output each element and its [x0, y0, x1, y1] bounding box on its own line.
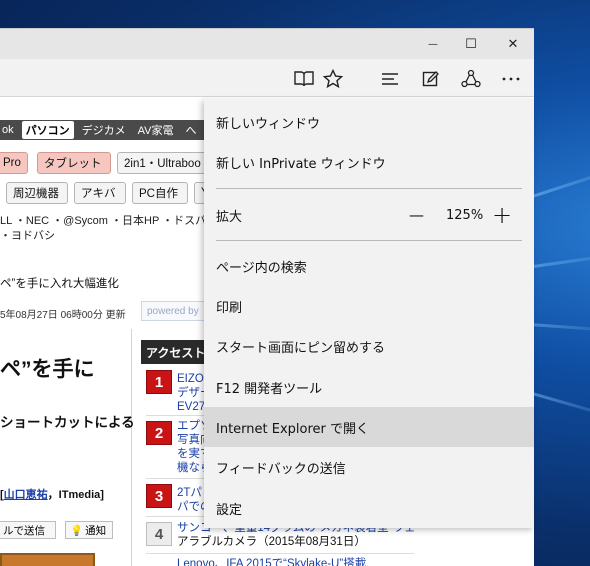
- notify-button[interactable]: 💡 通知: [65, 521, 113, 539]
- maximize-button[interactable]: ☐: [450, 29, 492, 59]
- menu-item-zoom: 拡大: [204, 195, 534, 235]
- maker-links[interactable]: ・ヨドバシ: [0, 227, 55, 243]
- close-icon: ✕: [507, 36, 519, 52]
- article-image: [0, 553, 95, 566]
- zoom-label: 拡大: [216, 209, 243, 225]
- zoom-in-button[interactable]: +: [492, 195, 512, 235]
- column-divider: [131, 329, 132, 566]
- category-pill[interactable]: アキバ: [74, 182, 126, 204]
- menu-item-open-with-internet-explorer[interactable]: Internet Explorer で開く: [204, 407, 534, 447]
- article-title: ペ”を手に: [0, 358, 95, 381]
- more-icon[interactable]: [500, 68, 522, 90]
- author-separator: ，: [47, 489, 59, 501]
- author-bracket-close: ]: [100, 489, 104, 501]
- close-button[interactable]: ✕: [492, 29, 534, 59]
- nav-item[interactable]: へ: [179, 122, 202, 138]
- category-pill[interactable]: PC自作: [132, 182, 188, 204]
- category-pill[interactable]: 周辺機器: [6, 182, 68, 204]
- favorites-star-icon[interactable]: [322, 68, 344, 90]
- send-mail-button[interactable]: ルで送信: [0, 521, 56, 539]
- minimize-icon: —: [428, 38, 438, 50]
- menu-divider: [216, 240, 522, 241]
- menu-item-send-feedback[interactable]: フィードバックの送信: [204, 447, 534, 487]
- site-top-nav: ok パソコン デジカメ AV家電 へ: [0, 120, 220, 140]
- ranking-link[interactable]: Lenovo、IFA 2015で“Skylake-U”搭載: [177, 557, 366, 566]
- browser-toolbar: [0, 59, 534, 97]
- maker-links[interactable]: LL ・NEC ・@Sycom ・日本HP ・ドスパ: [0, 212, 206, 228]
- menu-item-new-inprivate-window[interactable]: 新しい InPrivate ウィンドウ: [204, 142, 534, 182]
- maximize-icon: ☐: [465, 36, 477, 52]
- nav-item[interactable]: AV家電: [132, 122, 180, 138]
- plus-icon: +: [492, 201, 513, 229]
- nav-item[interactable]: ok: [0, 124, 20, 136]
- zoom-out-button[interactable]: —: [409, 195, 424, 235]
- menu-item-f12-developer-tools[interactable]: F12 開発者ツール: [204, 367, 534, 407]
- zoom-level: 125%: [446, 207, 484, 223]
- nav-item[interactable]: デジカメ: [76, 122, 132, 138]
- category-pill[interactable]: Pro: [0, 152, 28, 174]
- divider: [146, 553, 414, 554]
- article-date: 5年08月27日 06時00分 更新: [0, 310, 126, 321]
- hub-icon[interactable]: [379, 68, 401, 90]
- menu-item-pin-to-start[interactable]: スタート画面にピン留めする: [204, 326, 534, 366]
- author-name-link[interactable]: 山口恵祐: [4, 489, 48, 501]
- menu-item-new-window[interactable]: 新しいウィンドウ: [204, 102, 534, 142]
- headline-snippet[interactable]: ペ”を手に入れ大幅進化: [0, 275, 119, 291]
- lightbulb-icon: 💡: [70, 524, 84, 537]
- category-pill[interactable]: タブレット: [37, 152, 111, 174]
- minimize-button[interactable]: —: [412, 29, 454, 59]
- more-actions-menu: 新しいウィンドウ 新しい InPrivate ウィンドウ 拡大 — 125% +…: [204, 99, 534, 528]
- web-note-icon[interactable]: [420, 68, 442, 90]
- author-media: ITmedia: [58, 489, 101, 501]
- notify-label: 通知: [85, 524, 107, 537]
- share-icon[interactable]: [460, 68, 482, 90]
- rank-badge: 4: [146, 522, 172, 546]
- title-bar: — ☐ ✕: [0, 29, 534, 59]
- rank-badge: 1: [146, 370, 172, 394]
- reading-view-icon[interactable]: [293, 68, 315, 90]
- article-subtitle: ショートカットによる: [0, 415, 135, 430]
- menu-item-settings[interactable]: 設定: [204, 488, 534, 528]
- menu-divider: [216, 188, 522, 189]
- nav-item-pc[interactable]: パソコン: [21, 121, 74, 139]
- menu-item-find-on-page[interactable]: ページ内の検索: [204, 246, 534, 286]
- menu-item-print[interactable]: 印刷: [204, 286, 534, 326]
- rank-badge: 3: [146, 484, 172, 508]
- minus-icon: —: [409, 206, 424, 224]
- rank-badge: 2: [146, 421, 172, 445]
